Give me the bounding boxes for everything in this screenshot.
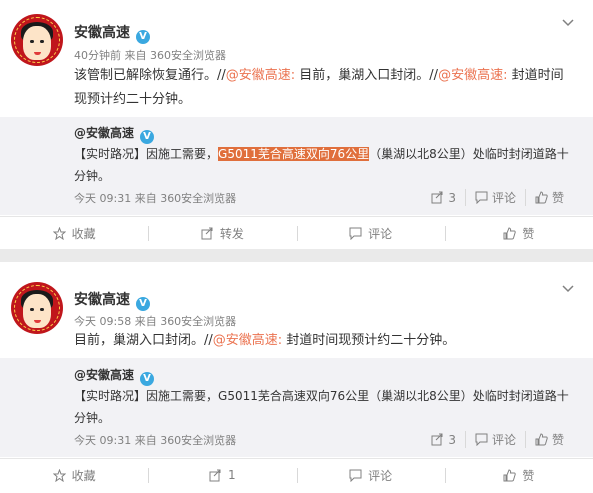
repost-text-part: G5011芜合高速双向76公里 bbox=[218, 389, 370, 403]
repost-text: 【实时路况】因施工需要，G5011芜合高速双向76公里（巢湖以北8公里）处临时封… bbox=[74, 385, 574, 429]
chevron-down-icon[interactable] bbox=[561, 282, 575, 296]
repost-forward-button[interactable]: 3 bbox=[422, 191, 465, 205]
mention-link[interactable]: @安徽高速: bbox=[438, 68, 507, 83]
comment-label: 评论 bbox=[491, 191, 516, 205]
repost-text-part: 【实时路况】因施工需要， bbox=[74, 147, 219, 161]
forward-icon bbox=[201, 227, 213, 239]
comment-icon bbox=[349, 227, 362, 240]
forward-count: 3 bbox=[448, 190, 456, 205]
repost-author[interactable]: @安徽高速 V bbox=[74, 366, 155, 386]
comment-label: 评论 bbox=[491, 433, 516, 447]
star-icon bbox=[52, 226, 66, 240]
post-text-part: 封道时间现预计约二十分钟。 bbox=[282, 333, 456, 348]
like-label: 赞 bbox=[522, 468, 535, 483]
repost-like-button[interactable]: 赞 bbox=[524, 431, 573, 448]
repost-meta: 今天 09:31 来自 360安全浏览器 bbox=[74, 434, 237, 447]
post-text-part: 该管制已解除恢复通行。// bbox=[74, 68, 226, 83]
chevron-down-icon[interactable] bbox=[561, 16, 575, 30]
weibo-post: 安徽高速 V 今天 09:58 来自 360安全浏览器 目前，巢湖入口封闭。//@… bbox=[0, 262, 593, 493]
repost-like-button[interactable]: 赞 bbox=[524, 189, 573, 206]
post-text-part: 目前，巢湖入口封闭。// bbox=[74, 333, 213, 348]
comment-label: 评论 bbox=[368, 226, 393, 241]
forward-count: 1 bbox=[228, 468, 236, 482]
like-label: 赞 bbox=[522, 226, 535, 241]
repost-text: 【实时路况】因施工需要，G5011芜合高速双向76公里（巢湖以北8公里）处临时封… bbox=[74, 143, 574, 187]
forward-icon bbox=[431, 433, 443, 446]
post-meta: 40分钟前 来自 360安全浏览器 bbox=[74, 49, 226, 62]
favorite-button[interactable]: 收藏 bbox=[0, 459, 148, 491]
verified-icon: V bbox=[140, 130, 155, 144]
repost-text-part: 【实时路况】因施工需要， bbox=[74, 389, 219, 403]
forward-button[interactable]: 转发 bbox=[148, 217, 296, 249]
highlighted-text: G5011芜合高速双向76公里 bbox=[218, 147, 370, 161]
favorite-label: 收藏 bbox=[71, 226, 96, 241]
verified-icon: V bbox=[140, 372, 155, 386]
forward-button[interactable]: 1 bbox=[148, 459, 296, 491]
verified-icon: V bbox=[136, 297, 150, 311]
forward-label: 转发 bbox=[219, 226, 244, 241]
action-bar: 收藏 转发 评论 赞 bbox=[0, 216, 593, 249]
forward-count: 3 bbox=[448, 432, 456, 447]
favorite-label: 收藏 bbox=[71, 468, 96, 483]
comment-icon bbox=[475, 433, 488, 446]
post-text: 目前，巢湖入口封闭。//@安徽高速: 封道时间现预计约二十分钟。 bbox=[74, 329, 574, 353]
thumbs-up-icon bbox=[535, 433, 548, 446]
avatar[interactable] bbox=[11, 14, 63, 66]
author-name[interactable]: 安徽高速 V bbox=[74, 22, 150, 44]
thumbs-up-icon bbox=[503, 468, 517, 481]
repost-box: @安徽高速 V 【实时路况】因施工需要，G5011芜合高速双向76公里（巢湖以北8… bbox=[0, 117, 593, 215]
star-icon bbox=[52, 468, 66, 482]
post-text: 该管制已解除恢复通行。//@安徽高速: 目前，巢湖入口封闭。//@安徽高速: 封… bbox=[74, 64, 574, 112]
weibo-post: 安徽高速 V 40分钟前 来自 360安全浏览器 该管制已解除恢复通行。//@安徽… bbox=[0, 0, 593, 249]
repost-actions: 3 评论 赞 bbox=[422, 431, 573, 448]
action-bar: 收藏 1 评论 赞 bbox=[0, 458, 593, 491]
like-label: 赞 bbox=[551, 433, 564, 447]
repost-meta: 今天 09:31 来自 360安全浏览器 bbox=[74, 192, 237, 205]
author-name-text[interactable]: 安徽高速 bbox=[74, 25, 130, 41]
comment-label: 评论 bbox=[368, 468, 393, 483]
comment-icon bbox=[349, 469, 362, 482]
forward-icon bbox=[209, 469, 221, 481]
repost-author-text[interactable]: @安徽高速 bbox=[74, 126, 134, 140]
repost-comment-button[interactable]: 评论 bbox=[464, 431, 525, 448]
like-button[interactable]: 赞 bbox=[444, 459, 593, 491]
repost-forward-button[interactable]: 3 bbox=[422, 433, 465, 447]
comment-icon bbox=[475, 191, 488, 204]
like-button[interactable]: 赞 bbox=[444, 217, 593, 249]
repost-actions: 3 评论 赞 bbox=[422, 189, 573, 206]
post-text-part: 目前，巢湖入口封闭。// bbox=[295, 68, 439, 83]
post-meta: 今天 09:58 来自 360安全浏览器 bbox=[74, 315, 237, 328]
repost-box: @安徽高速 V 【实时路况】因施工需要，G5011芜合高速双向76公里（巢湖以北8… bbox=[0, 358, 593, 457]
thumbs-up-icon bbox=[535, 191, 548, 204]
like-label: 赞 bbox=[551, 191, 564, 205]
verified-icon: V bbox=[136, 30, 150, 44]
forward-icon bbox=[431, 191, 443, 204]
author-name[interactable]: 安徽高速 V bbox=[74, 289, 150, 311]
mention-link[interactable]: @安徽高速: bbox=[226, 68, 295, 83]
thumbs-up-icon bbox=[503, 226, 517, 239]
author-name-text[interactable]: 安徽高速 bbox=[74, 292, 130, 308]
mention-link[interactable]: @安徽高速: bbox=[213, 333, 282, 348]
favorite-button[interactable]: 收藏 bbox=[0, 217, 148, 249]
avatar[interactable] bbox=[11, 282, 63, 334]
repost-comment-button[interactable]: 评论 bbox=[464, 189, 525, 206]
repost-author[interactable]: @安徽高速 V bbox=[74, 124, 155, 144]
comment-button[interactable]: 评论 bbox=[296, 217, 445, 249]
comment-button[interactable]: 评论 bbox=[296, 459, 445, 491]
repost-author-text[interactable]: @安徽高速 bbox=[74, 368, 134, 382]
